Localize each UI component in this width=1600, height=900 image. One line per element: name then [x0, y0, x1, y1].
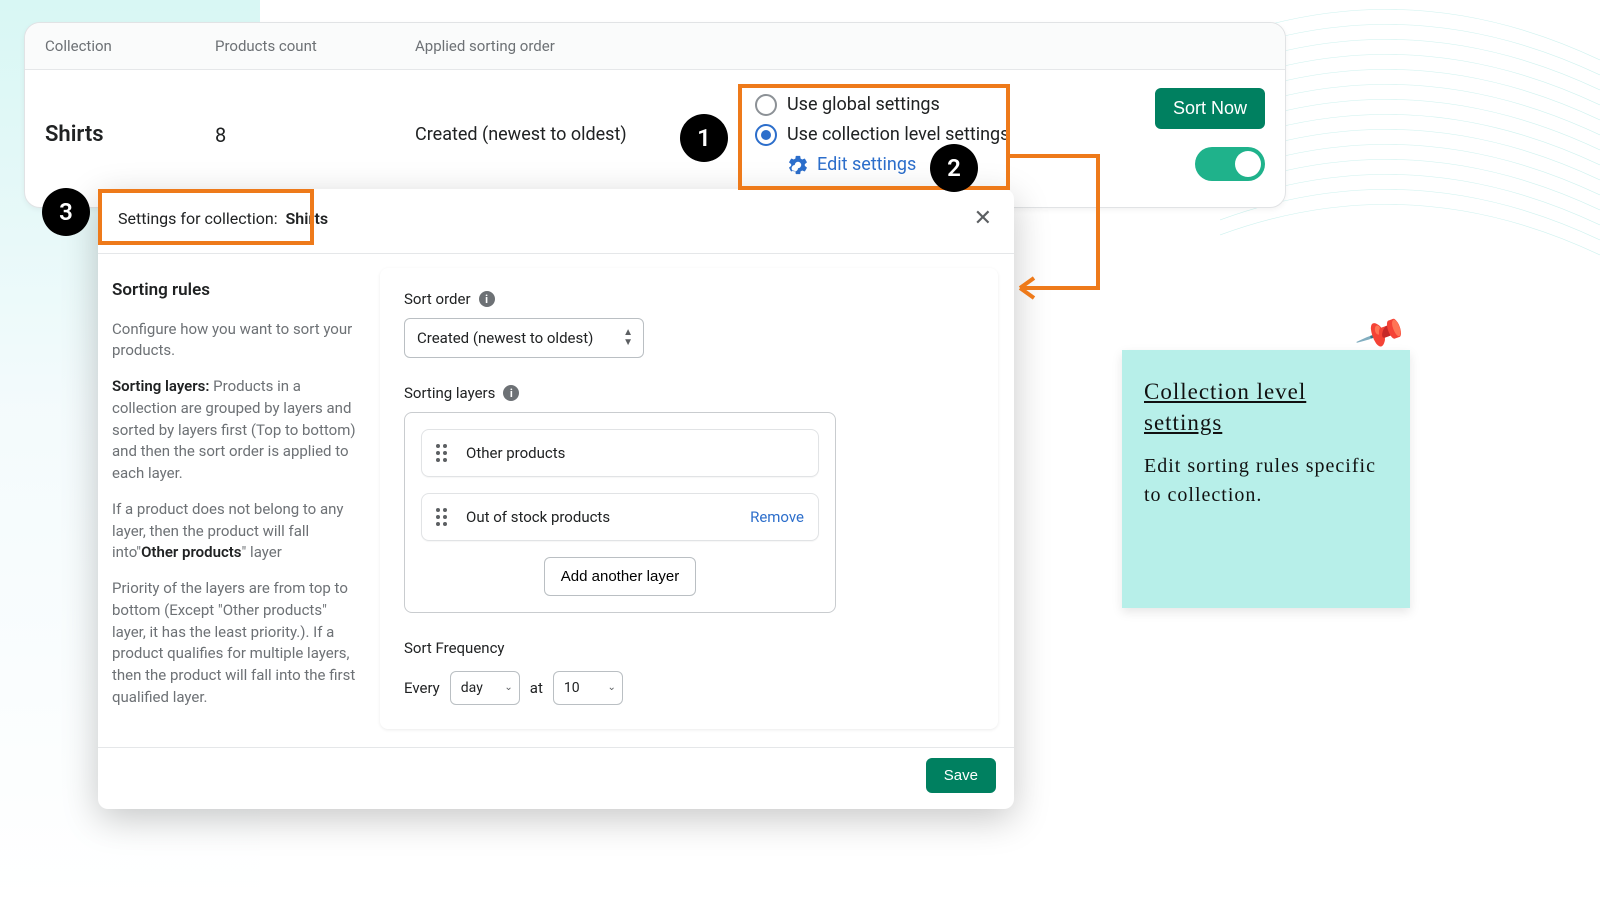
side-p1: Configure how you want to sort your prod…: [112, 319, 362, 363]
radio-label: Use collection level settings: [787, 124, 1009, 145]
modal-main-panel: Sort order i Created (newest to oldest) …: [380, 268, 998, 729]
modal-title-prefix: Settings for collection:: [118, 209, 278, 228]
side-p3: If a product does not belong to any laye…: [112, 499, 362, 564]
sort-now-button[interactable]: Sort Now: [1155, 88, 1265, 129]
remove-layer-link[interactable]: Remove: [750, 508, 804, 526]
enable-toggle[interactable]: [1195, 147, 1265, 181]
sort-order-label-text: Sort order: [404, 290, 471, 308]
freq-hour-value: 10: [564, 680, 580, 696]
cell-collection-name: Shirts: [45, 122, 215, 147]
side-p2: Sorting layers: Products in a collection…: [112, 376, 362, 485]
note-body: Edit sorting rules specific to collectio…: [1144, 452, 1388, 510]
radio-use-collection[interactable]: Use collection level settings: [755, 124, 1115, 146]
sorting-layers-label-text: Sorting layers: [404, 384, 495, 402]
note-title: Collection level settings: [1144, 376, 1388, 438]
side-p4: Priority of the layers are from top to b…: [112, 578, 362, 709]
header-products-count: Products count: [215, 37, 415, 55]
layer-label: Out of stock products: [466, 508, 736, 526]
modal-side-description: Sorting rules Configure how you want to …: [98, 254, 380, 747]
side-p3c: " layer: [242, 543, 282, 561]
chevron-updown-icon: ▲▼: [623, 328, 633, 348]
sort-order-select[interactable]: Created (newest to oldest) ▲▼: [404, 318, 644, 358]
table-header-row: Collection Products count Applied sortin…: [25, 23, 1285, 70]
chevron-down-icon: ⌄: [504, 683, 512, 693]
collections-table-card: Collection Products count Applied sortin…: [24, 22, 1286, 208]
layer-item-other-products[interactable]: Other products: [421, 429, 819, 477]
sticky-note: Collection level settings Edit sorting r…: [1122, 350, 1410, 608]
side-heading: Sorting rules: [112, 278, 362, 303]
radio-label: Use global settings: [787, 94, 940, 115]
collection-settings-modal: Settings for collection: Shirts ✕ Sortin…: [98, 189, 1014, 809]
modal-footer: Save: [98, 747, 1014, 809]
chevron-down-icon: ⌄: [607, 683, 615, 693]
close-icon[interactable]: ✕: [974, 205, 992, 231]
sort-frequency-row: Every day ⌄ at 10 ⌄: [404, 671, 974, 705]
side-p2-strong: Sorting layers:: [112, 377, 209, 395]
side-p3b: Other products: [141, 543, 241, 561]
freq-at: at: [530, 679, 543, 697]
sort-order-label: Sort order i: [404, 290, 974, 308]
freq-hour-select[interactable]: 10 ⌄: [553, 671, 623, 705]
info-icon[interactable]: i: [479, 291, 495, 307]
radio-icon: [755, 124, 777, 146]
header-applied-sorting: Applied sorting order: [415, 37, 755, 55]
freq-every: Every: [404, 679, 440, 697]
sorting-layers-label: Sorting layers i: [404, 384, 974, 402]
sort-frequency-label: Sort Frequency: [404, 639, 974, 657]
callout-badge-2: 2: [930, 144, 978, 192]
add-layer-button[interactable]: Add another layer: [544, 557, 696, 596]
callout-badge-3: 3: [42, 188, 90, 236]
modal-title-collection: Shirts: [286, 209, 329, 228]
table-row: Shirts 8 Created (newest to oldest) Use …: [25, 70, 1285, 207]
modal-title: Settings for collection: Shirts: [118, 209, 328, 228]
drag-handle-icon[interactable]: [436, 508, 452, 526]
layer-item-out-of-stock[interactable]: Out of stock products Remove: [421, 493, 819, 541]
drag-handle-icon[interactable]: [436, 444, 452, 462]
sorting-layers-box: Other products Out of stock products Rem…: [404, 412, 836, 613]
freq-unit-select[interactable]: day ⌄: [450, 671, 520, 705]
sort-order-value: Created (newest to oldest): [417, 329, 593, 347]
radio-use-global[interactable]: Use global settings: [755, 94, 1115, 116]
cell-products-count: 8: [215, 123, 415, 147]
info-icon[interactable]: i: [503, 385, 519, 401]
layer-label: Other products: [466, 444, 804, 462]
callout-badge-1: 1: [680, 114, 728, 162]
toggle-knob: [1235, 151, 1261, 177]
modal-header: Settings for collection: Shirts ✕: [98, 189, 1014, 254]
edit-settings-label: Edit settings: [817, 154, 916, 175]
gear-icon: [787, 154, 809, 176]
freq-unit-value: day: [461, 680, 483, 696]
header-collection: Collection: [45, 37, 215, 55]
save-button[interactable]: Save: [926, 758, 996, 793]
radio-icon: [755, 94, 777, 116]
